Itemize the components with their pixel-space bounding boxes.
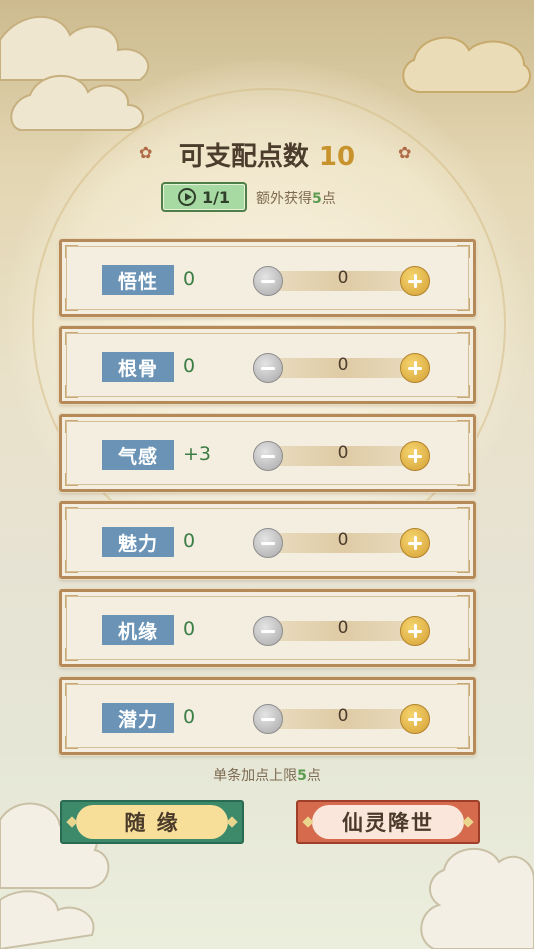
random-allocate-button[interactable]: 随 缘 xyxy=(60,800,244,844)
stat-row-wuxing: 悟性 0 0 xyxy=(59,239,476,317)
available-points-header: 可支配点数 10 xyxy=(0,136,534,173)
flower-icon-right: ✿ xyxy=(398,143,412,162)
minus-button[interactable] xyxy=(253,704,283,734)
stat-value: 0 xyxy=(183,618,196,640)
stat-label: 气感 xyxy=(102,440,174,470)
plus-button[interactable] xyxy=(400,266,430,296)
plus-button[interactable] xyxy=(400,528,430,558)
minus-button[interactable] xyxy=(253,528,283,558)
stat-alloc-value: 0 xyxy=(337,706,349,726)
random-allocate-label: 随 缘 xyxy=(76,805,228,839)
plus-button[interactable] xyxy=(400,441,430,471)
stat-alloc-value: 0 xyxy=(337,530,349,550)
available-points-value: 10 xyxy=(318,142,356,172)
minus-button[interactable] xyxy=(253,441,283,471)
stat-label: 悟性 xyxy=(102,265,174,295)
minus-button[interactable] xyxy=(253,266,283,296)
stat-row-qianli: 潜力 0 0 xyxy=(59,677,476,755)
cloud-decoration-bottom-right xyxy=(420,847,534,949)
stat-alloc-value: 0 xyxy=(337,443,349,463)
stat-alloc-value: 0 xyxy=(337,268,349,288)
stat-alloc-value: 0 xyxy=(337,618,349,638)
minus-button[interactable] xyxy=(253,616,283,646)
per-stat-limit-text: 单条加点上限5点 xyxy=(213,768,321,784)
available-points-title: 可支配点数 xyxy=(178,142,309,172)
stat-value: +3 xyxy=(183,443,212,465)
stat-value: 0 xyxy=(183,530,196,552)
stat-alloc-value: 0 xyxy=(337,355,349,375)
extra-points-text: 额外获得5点 xyxy=(256,191,336,207)
stat-label: 潜力 xyxy=(102,703,174,733)
plus-button[interactable] xyxy=(400,353,430,383)
stat-value: 0 xyxy=(183,355,196,377)
watch-ad-button[interactable]: 1/1 xyxy=(161,182,247,212)
spirit-descend-button[interactable]: 仙灵降世 xyxy=(296,800,480,844)
cloud-decoration-top-right xyxy=(402,36,531,93)
stat-row-jiyuan: 机缘 0 0 xyxy=(59,589,476,667)
minus-button[interactable] xyxy=(253,353,283,383)
stat-value: 0 xyxy=(183,268,196,290)
stat-row-gengu: 根骨 0 0 xyxy=(59,326,476,404)
ad-counter: 1/1 xyxy=(201,187,231,207)
stat-label: 根骨 xyxy=(102,352,174,382)
stat-label: 魅力 xyxy=(102,527,174,557)
plus-button[interactable] xyxy=(400,616,430,646)
stat-value: 0 xyxy=(183,706,196,728)
stat-label: 机缘 xyxy=(102,615,174,645)
stat-row-meili: 魅力 0 0 xyxy=(59,501,476,579)
spirit-descend-label: 仙灵降世 xyxy=(312,805,464,839)
diamond-icon xyxy=(462,816,474,828)
stat-row-qigan: 气感 +3 0 xyxy=(59,414,476,492)
cloud-decoration-top-left xyxy=(0,15,150,131)
play-icon xyxy=(177,188,196,206)
diamond-icon xyxy=(226,816,238,828)
plus-button[interactable] xyxy=(400,704,430,734)
